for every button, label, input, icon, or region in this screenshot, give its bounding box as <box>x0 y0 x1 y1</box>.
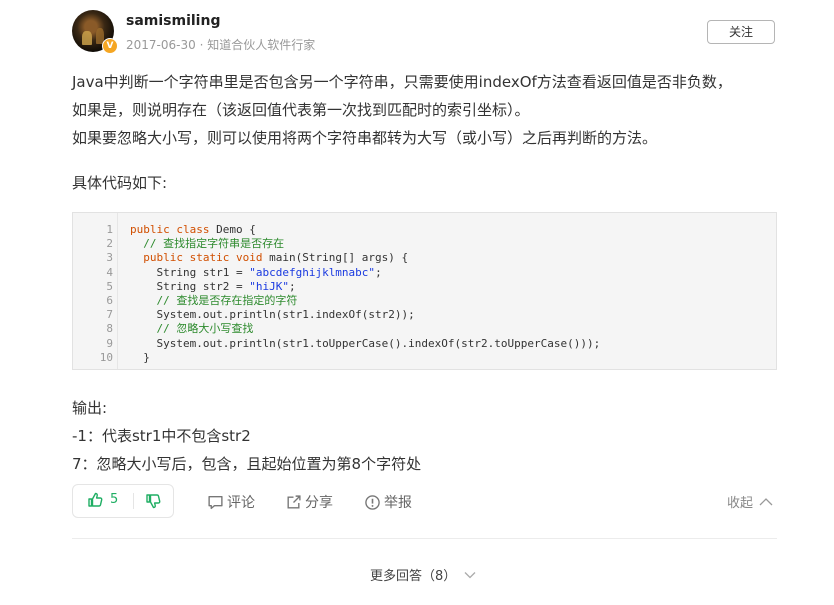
upvote-count: 5 <box>110 492 119 507</box>
answer-paragraph-1-line-2: 如果是，则说明存在（该返回值代表第一次找到匹配时的索引坐标）。 <box>72 101 530 119</box>
answer-paragraph-2: 如果要忽略大小写，则可以使用将两个字符串都转为大写（或小写）之后再判断的方法。 <box>72 129 658 147</box>
thumbs-down-icon[interactable] <box>145 493 161 509</box>
chevron-up-icon <box>759 498 773 506</box>
more-answers-button[interactable]: 更多回答（8） <box>370 565 476 584</box>
line-number: 6 <box>106 294 113 308</box>
code-comment: // 查找指定字符串是否存在 <box>143 237 285 251</box>
code-text: } <box>143 350 150 364</box>
chevron-down-icon <box>464 571 476 578</box>
code-string: "abcdefghijklmnabc" <box>249 265 376 279</box>
user-title: 知道合伙人软件行家 <box>207 38 316 52</box>
code-text: ; <box>288 279 296 293</box>
code-line-9: System.out.println(str1.toUpperCase().in… <box>130 336 601 351</box>
code-keyword: public static void <box>143 251 263 265</box>
share-icon <box>287 494 301 509</box>
code-block[interactable]: 1 2 3 4 5 6 7 8 9 10 public class Demo {… <box>72 212 777 370</box>
code-text: Demo { <box>209 223 256 236</box>
code-keyword: public class <box>130 223 210 236</box>
code-comment: // 忽略大小写查找 <box>156 322 254 336</box>
answer-meta: 2017-06-30 · 知道合伙人软件行家 <box>126 36 315 53</box>
code-line-2: // 查找指定字符串是否存在 <box>130 237 600 251</box>
line-number: 10 <box>99 350 113 364</box>
comment-icon <box>208 495 223 509</box>
line-number: 1 <box>106 223 113 236</box>
line-number: 5 <box>106 279 113 293</box>
output-line-2: 7：忽略大小写后，包含，且起始位置为第8个字符处 <box>72 455 422 473</box>
answer-paragraph-1-line-1: Java中判断一个字符串里是否包含另一个字符串，只需要使用indexOf方法查看… <box>72 73 732 91</box>
code-text: String str2 = <box>156 279 250 293</box>
code-text: System.out.println(str1.toUpperCase().in… <box>156 336 601 350</box>
answer-date: 2017-06-30 <box>126 38 196 52</box>
code-text: System.out.println(str1.indexOf(str2)); <box>156 308 415 322</box>
more-answers-label: 更多回答（8） <box>370 569 457 584</box>
comment-button[interactable]: 评论 <box>207 492 255 512</box>
report-label: 举报 <box>384 495 412 511</box>
code-text: ; <box>375 265 382 279</box>
verified-badge: V <box>102 38 118 54</box>
line-number: 9 <box>106 336 113 350</box>
code-line-1: public class Demo { <box>130 223 600 237</box>
code-line-6: // 查找是否存在指定的字符 <box>130 294 600 308</box>
code-comment: // 查找是否存在指定的字符 <box>156 294 298 308</box>
output-line-1: -1：代表str1中不包含str2 <box>72 427 251 445</box>
line-number: 3 <box>106 251 113 265</box>
comment-label: 评论 <box>227 495 255 511</box>
code-line-8: // 忽略大小写查找 <box>130 322 600 336</box>
gutter-divider <box>117 213 118 369</box>
line-number: 8 <box>106 322 113 336</box>
share-button[interactable]: 分享 <box>285 492 333 512</box>
meta-separator: · <box>199 38 204 52</box>
vote-widget: 5 <box>72 484 174 518</box>
code-line-4: String str1 = "abcdefghijklmnabc"; <box>130 266 600 280</box>
line-number: 2 <box>106 237 113 251</box>
line-number: 7 <box>106 308 113 322</box>
code-intro: 具体代码如下: <box>72 174 168 192</box>
report-icon <box>365 494 380 510</box>
code-line-3: public static void main(String[] args) { <box>130 251 600 265</box>
code-line-5: String str2 = "hiJK"; <box>130 280 600 294</box>
section-divider <box>72 538 777 539</box>
code-line-7: System.out.println(str1.indexOf(str2)); <box>130 308 600 322</box>
output-label: 输出: <box>72 399 108 417</box>
code-text: String str1 = <box>156 265 250 279</box>
follow-button[interactable]: 关注 <box>707 20 775 44</box>
code-string: "hiJK" <box>249 279 289 293</box>
collapse-label: 收起 <box>727 496 754 511</box>
report-button[interactable]: 举报 <box>364 492 412 512</box>
collapse-button[interactable]: 收起 <box>727 492 773 511</box>
code-line-10: } <box>130 351 600 365</box>
line-number-gutter: 1 2 3 4 5 6 7 8 9 10 <box>73 223 113 365</box>
username[interactable]: samismiling <box>126 13 220 29</box>
share-label: 分享 <box>305 495 333 511</box>
line-number: 4 <box>106 265 113 279</box>
code-content: public class Demo { // 查找指定字符串是否存在 publi… <box>130 223 600 365</box>
vote-divider <box>133 493 134 509</box>
thumbs-up-icon[interactable] <box>87 492 103 508</box>
code-text: main(String[] args) { <box>262 251 409 265</box>
